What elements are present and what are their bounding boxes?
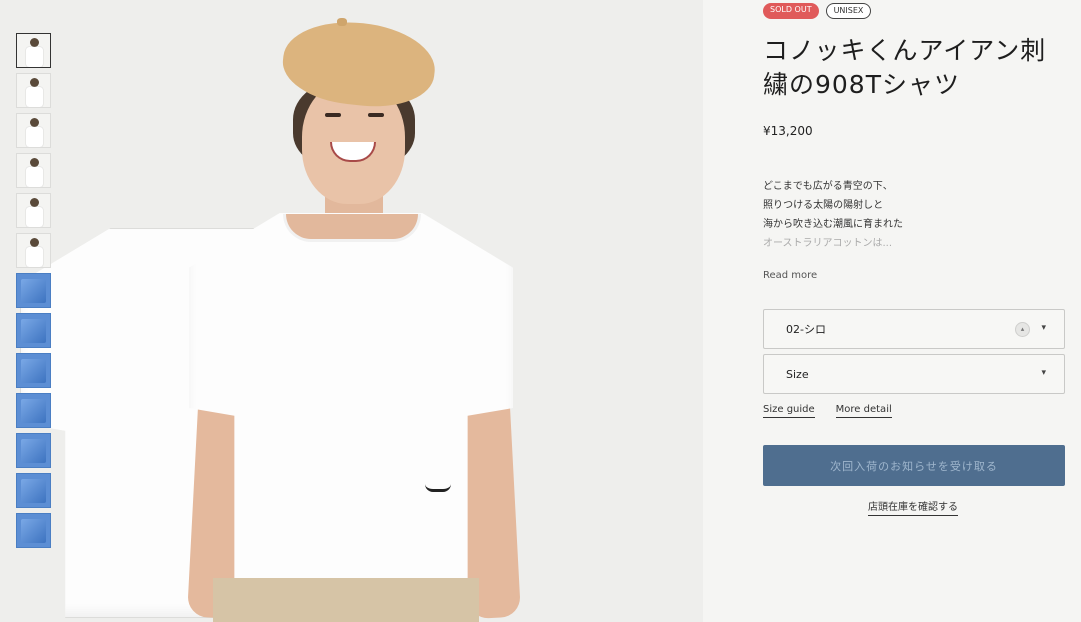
product-title: コノッキくんアイアン刺 繍の908Tシャツ	[763, 34, 1073, 102]
more-detail-link[interactable]: More detail	[835, 404, 892, 418]
unisex-badge: UNISEX	[825, 3, 872, 19]
thumbnail-list	[16, 33, 344, 618]
color-swatch-icon: ▴	[1015, 322, 1030, 337]
restock-notify-button[interactable]: 次回入荷のお知らせを受け取る	[763, 445, 1065, 486]
read-more-link[interactable]: Read more	[763, 270, 817, 281]
product-title-line1: コノッキくんアイアン刺	[763, 36, 1047, 65]
thumbnail[interactable]	[16, 73, 51, 108]
description-line: 海から吹き込む潮風に育まれた	[763, 219, 903, 230]
thumbnail[interactable]	[16, 153, 51, 188]
product-description: どこまでも広がる青空の下、 照りつける太陽の陽射しと 海から吹き込む潮風に育まれ…	[763, 177, 903, 253]
store-stock-link[interactable]: 店頭在庫を確認する	[868, 498, 958, 516]
thumbnail[interactable]	[16, 193, 51, 228]
product-info-panel: SOLD OUT UNISEX コノッキくんアイアン刺 繍の908Tシャツ ¥1…	[703, 0, 1081, 622]
color-select-value: 02-シロ	[786, 323, 826, 336]
thumbnail[interactable]	[16, 113, 51, 148]
model-eye	[368, 113, 384, 117]
badge-group: SOLD OUT UNISEX	[763, 3, 872, 19]
thumbnail[interactable]	[16, 233, 51, 268]
product-gallery	[0, 0, 703, 622]
color-select[interactable]: 02-シロ ▴ ▾	[763, 309, 1065, 349]
description-line: オーストラリアコットンは...	[763, 238, 893, 249]
tshirt	[189, 213, 513, 603]
info-links: Size guide More detail	[763, 404, 892, 418]
thumbnail[interactable]	[16, 273, 51, 308]
thumbnail[interactable]	[16, 513, 51, 548]
description-line: どこまでも広がる青空の下、	[763, 181, 893, 192]
thumbnail[interactable]	[16, 393, 51, 428]
chevron-down-icon: ▾	[1041, 323, 1046, 333]
thumbnail-active[interactable]	[16, 33, 51, 68]
thumbnail[interactable]	[16, 313, 51, 348]
size-select[interactable]: Size ▾	[763, 354, 1065, 394]
model-pants	[213, 578, 479, 622]
thumbnail[interactable]	[16, 433, 51, 468]
description-line: 照りつける太陽の陽射しと	[763, 200, 884, 211]
size-select-value: Size	[786, 367, 809, 381]
thumbnail[interactable]	[16, 473, 51, 508]
beret-tip	[337, 18, 347, 26]
product-price: ¥13,200	[763, 124, 813, 138]
model-eye	[325, 113, 341, 117]
chevron-down-icon: ▾	[1041, 368, 1046, 378]
size-guide-link[interactable]: Size guide	[763, 404, 815, 418]
sold-out-badge: SOLD OUT	[763, 3, 819, 19]
main-product-image[interactable]	[185, 15, 525, 622]
embroidery-boat-icon	[425, 478, 451, 492]
thumbnail[interactable]	[16, 353, 51, 388]
tshirt-collar	[283, 214, 421, 242]
product-title-line2: 繍の908Tシャツ	[763, 70, 960, 99]
